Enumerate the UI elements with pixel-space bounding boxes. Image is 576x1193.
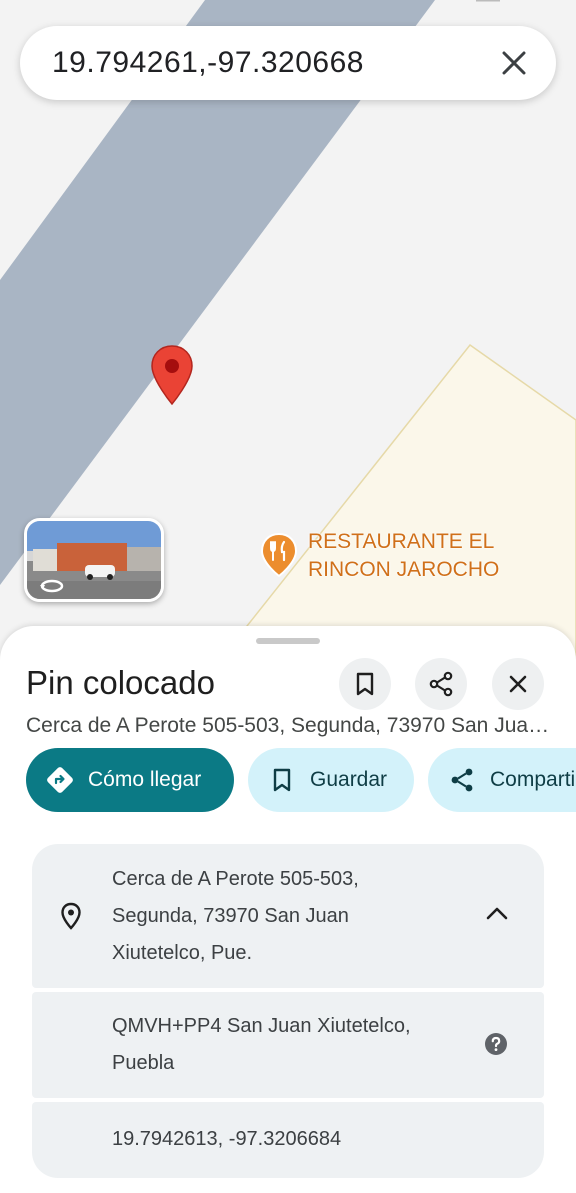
bookmark-icon	[268, 766, 296, 794]
address-row[interactable]: Cerca de A Perote 505-503, Segunda, 7397…	[32, 844, 544, 988]
help-icon[interactable]	[484, 1032, 508, 1061]
bookmark-icon	[356, 672, 374, 696]
map-pin-icon	[151, 345, 193, 406]
dropped-pin[interactable]	[150, 344, 194, 411]
share-label: Compartir	[490, 768, 576, 791]
restaurant-marker	[260, 532, 298, 578]
restaurant-icon	[260, 532, 298, 578]
directions-icon	[46, 766, 74, 794]
address-line1: Cerca de A Perote 505-503,	[112, 868, 359, 890]
address-line3: Xiutetelco, Pue.	[112, 942, 253, 964]
drag-handle[interactable]	[256, 638, 320, 644]
share-icon-button[interactable]	[415, 658, 467, 710]
place-bottom-sheet[interactable]: Pin colocado Cerca de A Perote 505-503, …	[0, 626, 576, 1193]
chevron-up-icon[interactable]	[486, 906, 508, 925]
poi-name-line1: RESTAURANTE EL	[308, 530, 495, 553]
directions-button[interactable]: Cómo llegar	[26, 748, 234, 812]
plus-code-line2: Puebla	[112, 1052, 175, 1074]
clear-search-button[interactable]	[496, 45, 532, 81]
address-text: Cerca de A Perote 505-503, Segunda, 7397…	[112, 861, 359, 972]
address-line2: Segunda, 73970 San Juan	[112, 905, 349, 927]
search-bar[interactable]: 19.794261,-97.320668	[20, 26, 556, 100]
save-icon-button[interactable]	[339, 658, 391, 710]
street-view-thumbnail[interactable]	[24, 518, 164, 602]
plus-code-text: QMVH+PP4 San Juan Xiutetelco, Puebla	[112, 1008, 411, 1082]
plus-code-line1: QMVH+PP4 San Juan Xiutetelco,	[112, 1015, 411, 1037]
plus-code-row[interactable]: QMVH+PP4 San Juan Xiutetelco, Puebla	[32, 992, 544, 1098]
map-view[interactable]: 19.794261,-97.320668 RESTAURANTE EL RINC…	[0, 0, 576, 660]
share-icon	[429, 671, 453, 697]
rotate-360-icon	[40, 579, 64, 593]
save-button[interactable]: Guardar	[248, 748, 414, 812]
close-sheet-button[interactable]	[492, 658, 544, 710]
share-button[interactable]: Compartir	[428, 748, 576, 812]
place-subtitle: Cerca de A Perote 505-503, Segunda, 7397…	[26, 714, 554, 737]
poi-restaurant[interactable]: RESTAURANTE EL RINCON JAROCHO	[260, 528, 499, 584]
poi-label: RESTAURANTE EL RINCON JAROCHO	[308, 528, 499, 584]
save-label: Guardar	[310, 768, 388, 791]
location-pin-icon	[60, 902, 82, 935]
place-title: Pin colocado	[26, 664, 215, 701]
coordinates-row[interactable]: 19.7942613, -97.3206684	[32, 1102, 544, 1178]
share-icon	[448, 766, 476, 794]
poi-name-line2: RINCON JAROCHO	[308, 558, 500, 581]
directions-label: Cómo llegar	[88, 768, 202, 791]
close-icon	[502, 51, 526, 75]
close-icon	[509, 675, 527, 693]
coordinates-text: 19.7942613, -97.3206684	[112, 1128, 342, 1150]
search-input[interactable]: 19.794261,-97.320668	[52, 46, 496, 80]
